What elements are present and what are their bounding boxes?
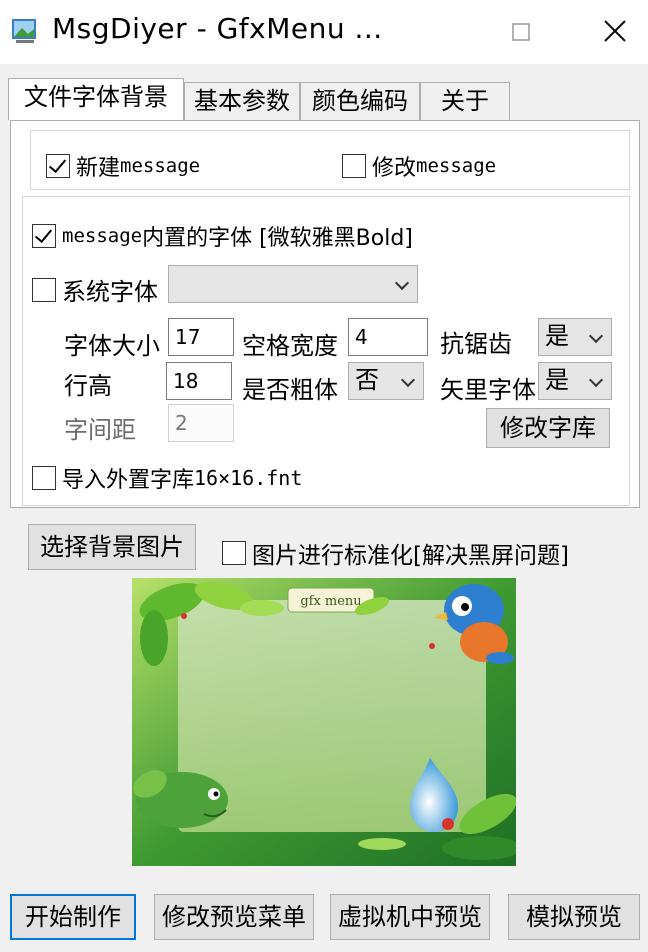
close-icon[interactable] [594, 14, 634, 50]
char-spacing-input[interactable]: 2 [168, 404, 234, 442]
system-font-select[interactable] [168, 265, 418, 303]
leaf-icon [140, 610, 168, 666]
berry-icon [429, 643, 435, 649]
chevron-down-icon [400, 372, 416, 388]
builtin-font-checkbox[interactable]: message 内置的字体 [微软雅黑Bold] [32, 220, 413, 252]
builtin-font-prefix: message [62, 225, 143, 247]
vector-font-select[interactable]: 是 [538, 362, 612, 400]
normalize-image-checkbox[interactable]: 图片进行标准化[解决黑屏问题] [222, 536, 569, 570]
antialias-label: 抗锯齿 [440, 330, 512, 358]
window-title: MsgDiyer - GfxMenu ... [52, 12, 383, 45]
import-font-suffix: 16×16.fnt [194, 466, 303, 490]
import-font-checkbox[interactable]: 导入外置字库 16×16.fnt [32, 462, 302, 494]
edit-message-checkbox[interactable]: 修改 message [342, 150, 496, 182]
new-message-checkbox[interactable]: 新建 message [46, 150, 200, 182]
chevron-down-icon [588, 372, 604, 388]
leaf-icon [240, 600, 284, 616]
berry-icon [181, 613, 187, 619]
checkbox-box[interactable] [342, 154, 366, 178]
vector-font-label: 矢里字体 [440, 376, 536, 404]
edit-message-suffix: message [416, 155, 497, 177]
simulated-preview-button[interactable]: 模拟预览 [508, 894, 640, 940]
antialias-value: 是 [545, 322, 569, 350]
bold-select[interactable]: 否 [348, 362, 424, 400]
maximize-icon[interactable] [500, 14, 540, 50]
checkbox-box[interactable] [32, 224, 56, 248]
bold-label: 是否粗体 [242, 376, 338, 404]
tab-basic-params[interactable]: 基本参数 [184, 82, 300, 120]
new-message-label: 新建 [76, 156, 121, 181]
line-height-label: 行高 [64, 372, 112, 400]
space-width-label: 空格宽度 [242, 332, 338, 360]
checkbox-box[interactable] [32, 277, 56, 302]
font-size-input[interactable]: 17 [168, 318, 234, 356]
app-icon [12, 19, 36, 43]
edit-message-label: 修改 [372, 156, 417, 181]
tab-color-code[interactable]: 颜色编码 [300, 82, 420, 120]
system-font-checkbox[interactable]: 系统字体 [32, 272, 158, 307]
chevron-down-icon [588, 328, 604, 344]
checkbox-box[interactable] [46, 154, 70, 178]
antialias-select[interactable]: 是 [538, 318, 612, 356]
tab-file-font-bg[interactable]: 文件字体背景 [8, 78, 184, 120]
edit-font-lib-button[interactable]: 修改字库 [486, 408, 610, 448]
new-message-suffix: message [120, 155, 201, 177]
chevron-down-icon [394, 275, 410, 291]
char-spacing-label: 字间距 [64, 416, 136, 444]
background-illustration: gfx menu [132, 578, 516, 866]
font-size-label: 字体大小 [64, 332, 160, 360]
checkbox-box[interactable] [32, 466, 56, 490]
background-preview-image: gfx menu [132, 578, 516, 866]
choose-background-button[interactable]: 选择背景图片 [28, 524, 196, 570]
vm-preview-button[interactable]: 虚拟机中预览 [330, 894, 490, 940]
tab-about[interactable]: 关于 [420, 82, 510, 120]
leaf-icon [358, 838, 406, 850]
title-bar: MsgDiyer - GfxMenu ... [0, 0, 648, 64]
checkbox-box[interactable] [222, 541, 246, 565]
import-font-label: 导入外置字库 [62, 468, 195, 493]
line-height-input[interactable]: 18 [166, 362, 232, 400]
start-button[interactable]: 开始制作 [10, 894, 136, 940]
normalize-image-label: 图片进行标准化[解决黑屏问题] [252, 543, 569, 569]
edit-preview-menu-button[interactable]: 修改预览菜单 [154, 894, 314, 940]
system-font-label: 系统字体 [62, 278, 158, 306]
builtin-font-label: 内置的字体 [微软雅黑Bold] [142, 226, 413, 251]
sign-text: gfx menu [300, 594, 361, 609]
bold-value: 否 [355, 366, 379, 394]
space-width-input[interactable]: 4 [348, 318, 428, 356]
vector-font-value: 是 [545, 366, 569, 394]
